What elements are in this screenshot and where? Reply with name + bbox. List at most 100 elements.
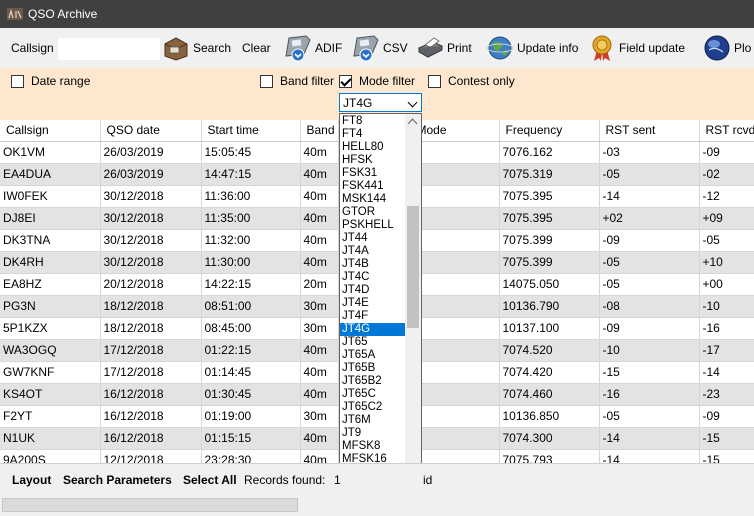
date-range-checkbox-box[interactable] [11, 74, 24, 88]
table-cell: 01:30:45 [201, 383, 301, 406]
adif-export-button[interactable]: ADIF [284, 28, 342, 68]
table-cell: 40m [300, 163, 339, 186]
contest-only-checkbox-box[interactable] [428, 74, 441, 88]
table-cell: PG3N [0, 295, 101, 318]
table-cell: WA3OGQ [0, 339, 101, 362]
table-cell: +10 [699, 251, 754, 274]
qso-archive-icon [7, 8, 23, 20]
table-cell: EA8HZ [0, 273, 101, 296]
table-cell: IW0FEK [0, 185, 101, 208]
layout-button[interactable]: Layout [12, 473, 51, 487]
search-button[interactable]: Search [162, 28, 231, 68]
csv-export-button[interactable]: CSV [352, 28, 408, 68]
mode-option[interactable]: JT4B [340, 258, 406, 271]
horizontal-scrollbar[interactable] [0, 496, 754, 516]
table-cell: -15 [599, 361, 700, 384]
table-cell: -09 [699, 141, 754, 164]
mode-option[interactable]: GTOR [340, 206, 406, 219]
mode-options: FT8 FT4 HELL80 HFSK FSK31 FSK441 MSK144 GTOR PSK… [340, 115, 406, 504]
table-cell: -05 [599, 405, 700, 428]
select-all-button[interactable]: Select All [183, 473, 237, 487]
table-cell: 18/12/2018 [100, 317, 202, 340]
mode-option[interactable]: JT4A [340, 245, 406, 258]
callsign-search-input[interactable] [58, 38, 160, 60]
table-cell: +02 [599, 207, 700, 230]
table-cell: -03 [599, 141, 700, 164]
column-header[interactable]: RST sent [599, 120, 700, 142]
mode-filter-checkbox[interactable]: Mode filter [339, 74, 415, 88]
table-cell: DJ8EI [0, 207, 101, 230]
mode-option[interactable]: JT65 [340, 336, 406, 349]
table-cell: 14075.050 [499, 273, 600, 296]
mode-option[interactable]: JT4E [340, 297, 406, 310]
table-cell: 26/03/2019 [100, 141, 202, 164]
mode-option[interactable]: JT65B [340, 362, 406, 375]
plot-button[interactable]: Plo [703, 28, 751, 68]
mode-option[interactable]: FT8 [340, 115, 406, 128]
print-button[interactable]: Print [416, 28, 472, 68]
column-header[interactable]: Callsign [0, 120, 101, 142]
mode-option[interactable]: MSK144 [340, 193, 406, 206]
column-header[interactable]: Band [300, 120, 339, 142]
mode-option[interactable]: HELL80 [340, 141, 406, 154]
band-filter-checkbox-box[interactable] [260, 74, 273, 88]
table-cell: -08 [599, 295, 700, 318]
mode-option[interactable]: JT9 [340, 427, 406, 440]
field-update-button[interactable]: Field update [588, 28, 685, 68]
dropdown-scrollbar[interactable] [405, 114, 421, 504]
mode-filter-checkbox-box[interactable] [339, 74, 352, 88]
table-cell: 7075.395 [499, 207, 600, 230]
band-filter-checkbox[interactable]: Band filter [260, 74, 334, 88]
search-parameters-button[interactable]: Search Parameters [63, 473, 172, 487]
mode-option[interactable]: JT65B2 [340, 375, 406, 388]
date-range-checkbox[interactable]: Date range [11, 74, 90, 88]
mode-option[interactable]: JT4F [340, 310, 406, 323]
table-cell: -05 [599, 251, 700, 274]
mode-option[interactable]: JT44 [340, 232, 406, 245]
table-cell: 08:51:00 [201, 295, 301, 318]
mode-option[interactable]: FSK441 [340, 180, 406, 193]
scroll-up-icon[interactable] [407, 118, 418, 129]
table-cell: -02 [699, 163, 754, 186]
table-cell: 40m [300, 185, 339, 208]
mode-option[interactable]: FT4 [340, 128, 406, 141]
mode-select[interactable]: JT4G [339, 93, 422, 112]
table-cell: 30/12/2018 [100, 229, 202, 252]
mode-dropdown-list[interactable]: FT8 FT4 HELL80 HFSK FSK31 FSK441 MSK144 GTOR PSK… [339, 113, 422, 505]
disk-export-icon [353, 35, 379, 62]
mode-option[interactable]: JT4D [340, 284, 406, 297]
horizontal-scroll-thumb[interactable] [2, 498, 298, 512]
update-info-button[interactable]: Update info [486, 28, 578, 68]
award-medal-icon [592, 35, 612, 61]
table-cell: -23 [699, 383, 754, 406]
table-cell: 14:47:15 [201, 163, 301, 186]
mode-option[interactable]: JT65C2 [340, 401, 406, 414]
mode-option[interactable]: PSKHELL [340, 219, 406, 232]
column-header[interactable]: Start time [201, 120, 301, 142]
table-cell: GW7KNF [0, 361, 101, 384]
table-cell: 7074.460 [499, 383, 600, 406]
clear-button[interactable]: Clear [242, 28, 271, 68]
mode-option[interactable]: JT4C [340, 271, 406, 284]
column-header[interactable]: Frequency [499, 120, 600, 142]
table-cell: 40m [300, 361, 339, 384]
mode-option[interactable]: FSK31 [340, 167, 406, 180]
column-header[interactable]: QSO date [100, 120, 202, 142]
status-trailing-text: id [423, 473, 433, 487]
scroll-thumb[interactable] [407, 206, 419, 328]
mode-option[interactable]: JT65A [340, 349, 406, 362]
mode-option[interactable]: JT65C [340, 388, 406, 401]
records-found-label: Records found: [244, 473, 326, 487]
chevron-down-icon[interactable] [407, 97, 418, 108]
status-bar: Layout Search Parameters Select All Reco… [0, 463, 754, 496]
table-cell: 7075.399 [499, 229, 600, 252]
mode-option[interactable]: JT6M [340, 414, 406, 427]
mode-option[interactable]: JT4G [340, 323, 406, 336]
mode-option[interactable]: HFSK [340, 154, 406, 167]
mode-option[interactable]: MFSK8 [340, 440, 406, 453]
mode-select-value: JT4G [343, 96, 373, 110]
table-cell: +00 [699, 273, 754, 296]
column-header[interactable]: RST rcvd [699, 120, 754, 142]
contest-only-checkbox[interactable]: Contest only [428, 74, 515, 88]
plot-label: Plo [734, 41, 752, 55]
